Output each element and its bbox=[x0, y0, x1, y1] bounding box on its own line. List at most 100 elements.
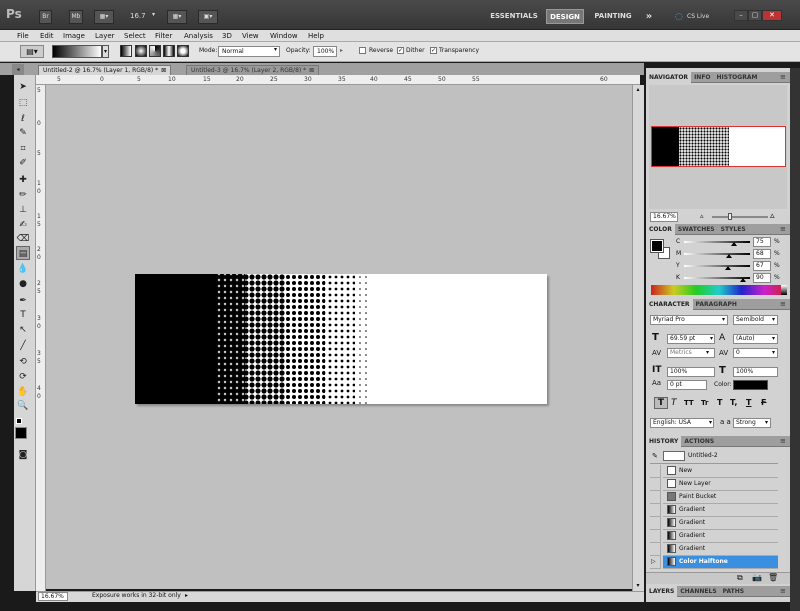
mode-select[interactable]: Normal bbox=[218, 46, 280, 57]
3d-rotate-tool-icon[interactable]: ⟲ bbox=[16, 355, 30, 369]
tab-channels[interactable]: CHANNELS bbox=[677, 586, 719, 597]
reverse-checkbox[interactable] bbox=[359, 47, 366, 54]
menu-filter[interactable]: Filter bbox=[155, 30, 172, 42]
menu-view[interactable]: View bbox=[242, 30, 259, 42]
zoom-out-icon[interactable]: ▵ bbox=[700, 212, 704, 220]
tab-navigator[interactable]: NAVIGATOR bbox=[646, 72, 692, 83]
history-item[interactable]: Gradient bbox=[663, 517, 778, 530]
quick-selection-tool-icon[interactable]: ✎ bbox=[16, 126, 30, 140]
hand-tool-icon[interactable]: ✋ bbox=[16, 385, 30, 399]
mode-dropdown-icon[interactable]: ▾ bbox=[274, 46, 277, 53]
workspace-painting[interactable]: PAINTING bbox=[591, 9, 635, 24]
navigator-thumbnail[interactable] bbox=[651, 126, 786, 167]
panel-menu-icon[interactable]: ≡ bbox=[780, 437, 786, 445]
language-dropdown-icon[interactable]: ▾ bbox=[709, 419, 712, 426]
tab-info[interactable]: INFO bbox=[691, 72, 713, 83]
workspace-essentials[interactable]: ESSENTIALS bbox=[484, 9, 544, 24]
trash-icon[interactable]: 🗑 bbox=[768, 573, 778, 582]
language-select[interactable]: English: USA bbox=[650, 418, 714, 428]
history-source-checkbox[interactable] bbox=[650, 504, 661, 517]
type-tool-icon[interactable]: T bbox=[16, 308, 30, 322]
document-canvas[interactable] bbox=[135, 274, 547, 404]
panel-menu-icon[interactable]: ≡ bbox=[780, 73, 786, 81]
history-item-selected[interactable]: Color Halftone bbox=[663, 556, 778, 569]
panel-collapse-icon[interactable]: ◂ bbox=[12, 64, 24, 75]
history-item[interactable]: New Layer bbox=[663, 478, 778, 491]
history-item[interactable]: Paint Bucket bbox=[663, 491, 778, 504]
minimize-icon[interactable]: – bbox=[734, 10, 748, 21]
tab-paths[interactable]: PATHS bbox=[720, 586, 747, 597]
menu-help[interactable]: Help bbox=[308, 30, 324, 42]
tracking-dropdown-icon[interactable]: ▾ bbox=[772, 349, 775, 356]
subscript-button[interactable]: T, bbox=[730, 398, 737, 407]
scroll-down-icon[interactable]: ▾ bbox=[633, 582, 643, 589]
kerning-dropdown-icon[interactable]: ▾ bbox=[706, 349, 709, 356]
faux-italic-button[interactable]: T bbox=[671, 398, 677, 408]
menu-window[interactable]: Window bbox=[270, 30, 298, 42]
channel-m-slider[interactable] bbox=[684, 253, 750, 255]
menu-analysis[interactable]: Analysis bbox=[184, 30, 213, 42]
gradient-picker-icon[interactable]: ▾ bbox=[102, 45, 109, 58]
menu-image[interactable]: Image bbox=[63, 30, 85, 42]
vertical-scrollbar[interactable] bbox=[632, 85, 644, 591]
linear-gradient-icon[interactable] bbox=[120, 45, 132, 57]
menu-3d[interactable]: 3D bbox=[222, 30, 232, 42]
channel-y-thumb[interactable] bbox=[725, 266, 732, 270]
font-family-dropdown-icon[interactable]: ▾ bbox=[722, 316, 725, 323]
cs-live-label[interactable]: CS Live bbox=[687, 13, 709, 20]
panel-menu-icon[interactable]: ≡ bbox=[780, 300, 786, 308]
channel-k-thumb[interactable] bbox=[740, 278, 747, 282]
new-document-from-state-icon[interactable]: ⧉ bbox=[737, 573, 743, 583]
tab-swatches[interactable]: SWATCHES bbox=[675, 224, 718, 235]
channel-c-slider[interactable] bbox=[684, 241, 750, 243]
strikethrough-button[interactable]: F bbox=[761, 398, 766, 407]
dither-checkbox[interactable]: ✓ bbox=[397, 47, 404, 54]
menu-layer[interactable]: Layer bbox=[95, 30, 115, 42]
superscript-button[interactable]: T bbox=[717, 398, 722, 407]
navigator-zoom-field[interactable]: 16.67% bbox=[650, 212, 678, 222]
blur-tool-icon[interactable]: 💧 bbox=[16, 262, 30, 276]
view-extras-button[interactable]: ▦▾ bbox=[94, 10, 114, 24]
text-color-swatch[interactable] bbox=[733, 380, 768, 390]
menu-edit[interactable]: Edit bbox=[40, 30, 54, 42]
zoom-dropdown-icon[interactable]: ▾ bbox=[152, 11, 155, 18]
eyedropper-tool-icon[interactable]: ✐ bbox=[16, 156, 30, 170]
channel-m-thumb[interactable] bbox=[725, 254, 732, 258]
zoom-level[interactable]: 16.7 bbox=[130, 12, 146, 20]
move-tool-icon[interactable]: ➤ bbox=[16, 80, 30, 94]
font-size-field[interactable]: 69.59 pt bbox=[667, 334, 715, 344]
vertical-scale-field[interactable]: 100% bbox=[667, 367, 715, 377]
screen-mode-button[interactable]: ▣▾ bbox=[198, 10, 218, 24]
antialias-dropdown-icon[interactable]: ▾ bbox=[765, 419, 768, 426]
close-icon[interactable]: ✕ bbox=[762, 10, 782, 21]
arrange-documents-button[interactable]: ▦▾ bbox=[167, 10, 187, 24]
history-brush-tool-icon[interactable]: ✍ bbox=[16, 218, 30, 232]
transparency-checkbox[interactable]: ✓ bbox=[430, 47, 437, 54]
workspace-design[interactable]: DESIGN bbox=[546, 9, 584, 24]
channel-c-value[interactable]: 75 bbox=[753, 237, 771, 247]
tab-history[interactable]: HISTORY bbox=[646, 436, 682, 447]
path-selection-tool-icon[interactable]: ↖ bbox=[16, 323, 30, 337]
channel-c-thumb[interactable] bbox=[730, 242, 737, 246]
spectrum-black-white[interactable] bbox=[781, 285, 787, 295]
all-caps-button[interactable]: TT bbox=[684, 399, 694, 407]
underline-button[interactable]: T bbox=[746, 398, 751, 407]
history-source-checkbox[interactable] bbox=[650, 465, 661, 478]
default-colors-icon[interactable] bbox=[16, 418, 22, 424]
font-family-select[interactable]: Myriad Pro bbox=[650, 315, 728, 325]
tab-histogram[interactable]: HISTOGRAM bbox=[714, 72, 761, 83]
tab-styles[interactable]: STYLES bbox=[718, 224, 749, 235]
3d-camera-tool-icon[interactable]: ⟳ bbox=[16, 370, 30, 384]
status-zoom-field[interactable]: 16.67% bbox=[38, 592, 68, 601]
diamond-gradient-icon[interactable] bbox=[177, 45, 189, 57]
status-menu-icon[interactable]: ▸ bbox=[185, 592, 188, 599]
shape-tool-icon[interactable]: ╱ bbox=[16, 339, 30, 353]
color-spectrum-bar[interactable] bbox=[651, 285, 787, 295]
tab-untitled-3[interactable]: Untitled-3 @ 16.7% (Layer 2, RGB/8) * ⊠ bbox=[186, 65, 320, 75]
gradient-tool-icon[interactable]: ▤ bbox=[16, 246, 30, 260]
horizontal-scale-field[interactable]: 100% bbox=[733, 367, 778, 377]
angle-gradient-icon[interactable] bbox=[149, 45, 161, 57]
history-brush-source-icon[interactable]: ✎ bbox=[652, 452, 658, 460]
radial-gradient-icon[interactable] bbox=[135, 45, 147, 57]
close-tab-icon[interactable]: ⊠ bbox=[309, 67, 314, 74]
